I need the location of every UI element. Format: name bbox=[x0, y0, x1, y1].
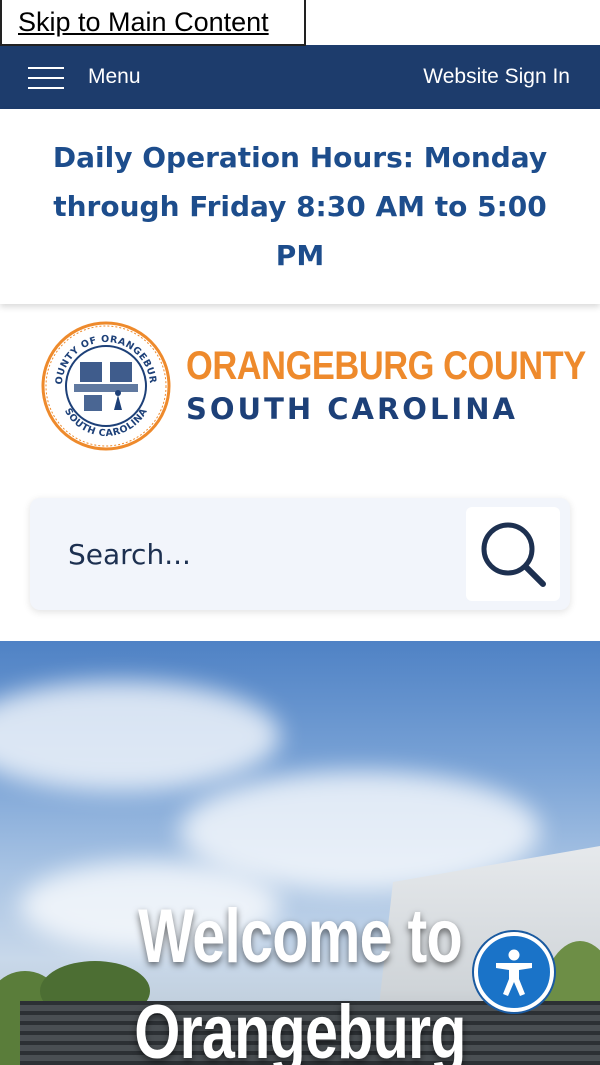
operation-hours-text: Daily Operation Hours: Monday through Fr… bbox=[52, 141, 548, 272]
search-input[interactable] bbox=[68, 537, 448, 571]
website-sign-in-link[interactable]: Website Sign In bbox=[423, 65, 570, 89]
top-navigation-bar: Menu Website Sign In bbox=[0, 45, 600, 109]
logo-state-name: SOUTH CAROLINA bbox=[186, 391, 518, 426]
logo-wordmark: ORANGEBURG COUNTY SOUTH CAROLINA bbox=[186, 343, 600, 429]
hero-title: Welcome to Orangeburg bbox=[134, 894, 466, 1065]
search-icon bbox=[481, 522, 546, 587]
skip-to-main-content-link[interactable]: Skip to Main Content bbox=[0, 0, 306, 46]
hamburger-icon bbox=[28, 65, 64, 89]
county-logo[interactable]: COUNTY OF ORANGEBURG SOUTH CAROLINA ORAN… bbox=[40, 318, 586, 453]
menu-label: Menu bbox=[88, 65, 141, 88]
accessibility-icon bbox=[496, 949, 532, 996]
operation-hours-alert: Daily Operation Hours: Monday through Fr… bbox=[0, 109, 600, 304]
site-search-form bbox=[30, 498, 570, 610]
search-button[interactable] bbox=[466, 507, 560, 601]
hero-cloud bbox=[0, 681, 280, 791]
menu-button[interactable]: Menu bbox=[28, 65, 141, 89]
logo-county-name: ORANGEBURG COUNTY bbox=[186, 343, 586, 388]
accessibility-button[interactable] bbox=[474, 932, 554, 1012]
county-seal-icon: COUNTY OF ORANGEBURG SOUTH CAROLINA bbox=[40, 320, 171, 450]
